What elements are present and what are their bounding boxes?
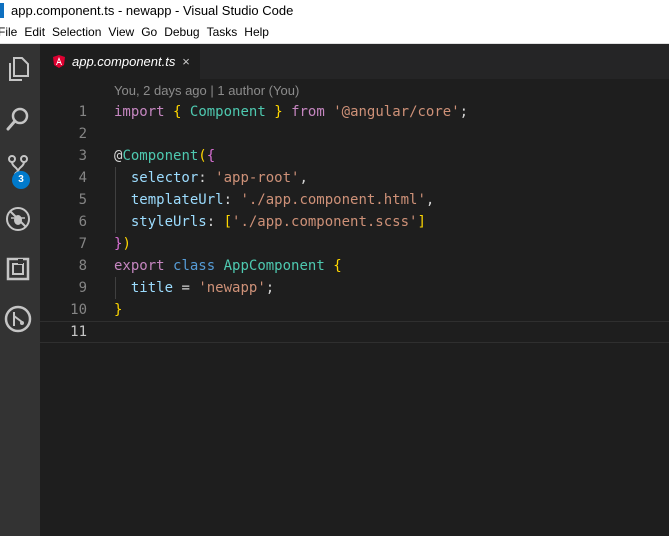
gitlens-icon[interactable] — [0, 299, 36, 339]
line-number: 6 — [78, 214, 87, 230]
blame-codelens[interactable]: You, 2 days ago | 1 author (You) — [114, 82, 299, 100]
code-line[interactable]: 8 export class AppComponent { — [40, 255, 669, 277]
line-number: 8 — [78, 258, 87, 274]
code-line[interactable]: 9 title = 'newapp'; — [40, 277, 669, 299]
menu-edit[interactable]: Edit — [24, 21, 52, 44]
code-line[interactable]: 7 }) — [40, 233, 669, 255]
line-content: styleUrls: ['./app.component.scss'] — [130, 214, 426, 230]
source-control-badge: 3 — [12, 171, 30, 189]
tab-close-icon[interactable]: × — [180, 44, 192, 79]
code-line[interactable]: 10 } — [40, 299, 669, 321]
menu-tasks[interactable]: Tasks — [207, 21, 245, 44]
code-line[interactable]: 4 selector: 'app-root', — [40, 167, 669, 189]
code-line[interactable]: 3 @Component({ — [40, 145, 669, 167]
menu-selection[interactable]: Selection — [52, 21, 108, 44]
tab-label: app.component.ts — [72, 54, 176, 69]
line-content: templateUrl: './app.component.html', — [130, 192, 435, 208]
menu-help[interactable]: Help — [244, 21, 276, 44]
menu-view[interactable]: View — [108, 21, 141, 44]
menu-go[interactable]: Go — [141, 21, 164, 44]
line-number: 10 — [70, 302, 87, 318]
code-editor[interactable]: 1 import { Component } from '@angular/co… — [40, 101, 669, 343]
line-content: title = 'newapp'; — [130, 280, 275, 296]
activity-bar: 3 — [0, 44, 40, 536]
line-number: 9 — [78, 280, 87, 296]
line-number: 11 — [70, 324, 87, 340]
line-content: export class AppComponent { — [114, 258, 342, 274]
debug-icon[interactable] — [0, 199, 36, 239]
window-title: app.component.ts - newapp - Visual Studi… — [11, 3, 294, 18]
line-content: selector: 'app-root', — [130, 170, 308, 186]
menu-file[interactable]: File — [0, 21, 24, 44]
line-number: 5 — [78, 192, 87, 208]
code-line[interactable]: 5 templateUrl: './app.component.html', — [40, 189, 669, 211]
editor-area: app.component.ts × You, 2 days ago | 1 a… — [40, 44, 669, 536]
line-content: import { Component } from '@angular/core… — [114, 104, 469, 120]
extensions-icon[interactable] — [0, 249, 36, 289]
code-line[interactable]: 1 import { Component } from '@angular/co… — [40, 101, 669, 123]
code-line[interactable]: 6 styleUrls: ['./app.component.scss'] — [40, 211, 669, 233]
angular-icon — [53, 55, 65, 73]
line-number: 4 — [78, 170, 87, 186]
line-number: 3 — [78, 148, 87, 164]
line-content: } — [114, 302, 123, 318]
code-line[interactable]: 2 — [40, 123, 669, 145]
vscode-logo-icon — [0, 3, 4, 18]
menu-debug[interactable]: Debug — [164, 21, 206, 44]
line-content: @Component({ — [114, 148, 216, 164]
title-bar: app.component.ts - newapp - Visual Studi… — [0, 0, 669, 21]
line-number: 2 — [78, 126, 87, 142]
tab-app-component-ts[interactable]: app.component.ts × — [40, 44, 200, 79]
code-line-active[interactable]: 11 — [40, 321, 669, 343]
search-icon[interactable] — [0, 99, 36, 139]
tab-bar: app.component.ts × — [40, 44, 669, 79]
explorer-icon[interactable] — [0, 49, 36, 89]
menu-bar: File Edit Selection View Go Debug Tasks … — [0, 21, 669, 44]
line-content: }) — [114, 236, 131, 252]
line-number: 7 — [78, 236, 87, 252]
line-number: 1 — [78, 104, 87, 120]
